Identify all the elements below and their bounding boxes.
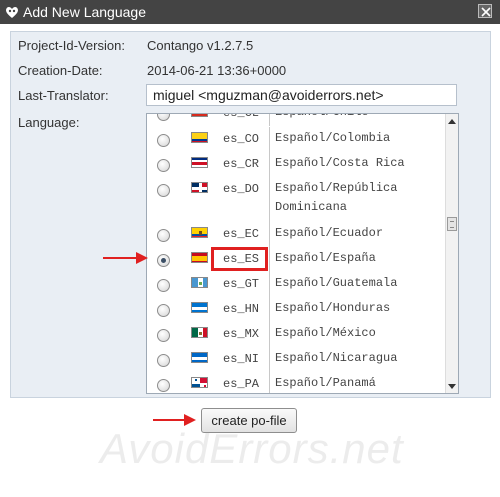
title-bar: Add New Language <box>0 0 500 24</box>
language-row-es_gt[interactable]: es_GT Español/Guatemala <box>147 272 446 297</box>
language-radio[interactable] <box>157 279 170 292</box>
language-list[interactable]: es_CLEspañol/Chilees_COEspañol/Colombiae… <box>146 113 459 394</box>
column-divider <box>269 222 270 247</box>
flag-ni-icon <box>191 352 208 363</box>
flag-cr-icon <box>191 157 208 168</box>
language-name: Español/Nicaragua <box>275 351 398 365</box>
flag-co-icon <box>191 132 208 143</box>
column-divider <box>269 347 270 372</box>
column-divider <box>269 152 270 177</box>
language-radio[interactable] <box>157 304 170 317</box>
language-row-es_do[interactable]: es_DO Español/República Dominicana <box>147 177 446 222</box>
language-radio[interactable] <box>157 354 170 367</box>
flag-es-icon <box>191 252 208 263</box>
flag-ec-icon <box>191 227 208 238</box>
language-row-es_hn[interactable]: es_HN Español/Honduras <box>147 297 446 322</box>
language-radio[interactable] <box>157 134 170 147</box>
language-name: Español/Panamá <box>275 376 376 390</box>
language-code: es_HN <box>223 302 260 316</box>
flag-mx-icon <box>191 327 208 338</box>
flag-gt-icon <box>191 277 208 288</box>
language-code: es_NI <box>223 352 260 366</box>
language-name: Español/Honduras <box>275 301 391 315</box>
dialog-title: Add New Language <box>23 4 146 20</box>
close-icon[interactable] <box>478 4 492 18</box>
language-label: Language: <box>18 115 80 130</box>
language-code: es_CR <box>223 157 260 171</box>
last-translator-label: Last-Translator: <box>18 88 109 103</box>
project-id-label: Project-Id-Version: <box>18 38 125 53</box>
project-id-value: Contango v1.2.7.5 <box>147 38 254 53</box>
language-code: es_CL <box>223 113 260 120</box>
language-name: Español/Costa Rica <box>275 156 405 170</box>
last-translator-value: miguel <mguzman@avoiderrors.net> <box>153 87 384 103</box>
language-name: Español/Ecuador <box>275 226 384 240</box>
column-divider <box>269 272 270 297</box>
language-code: es_DO <box>223 182 260 196</box>
language-row-es_ec[interactable]: es_EC Español/Ecuador <box>147 222 446 247</box>
language-row-es_cl[interactable]: es_CL Español/Chile <box>147 113 446 126</box>
flag-pa-icon <box>191 377 208 388</box>
language-radio[interactable] <box>157 379 170 392</box>
language-radio[interactable] <box>157 159 170 172</box>
language-name: Español/Colombia <box>275 131 391 145</box>
column-divider <box>269 114 270 126</box>
selected-code-highlight <box>211 247 268 271</box>
language-radio[interactable] <box>157 114 170 121</box>
language-radio[interactable] <box>157 254 170 267</box>
watermark: AvoidErrors.net <box>100 425 404 472</box>
language-code: es_MX <box>223 327 260 341</box>
language-code: es_PA <box>223 377 260 391</box>
flag-hn-icon <box>191 302 208 313</box>
column-divider <box>269 297 270 322</box>
flag-do-icon <box>191 182 208 193</box>
last-translator-field[interactable]: miguel <mguzman@avoiderrors.net> <box>146 84 457 106</box>
plugin-logo-icon <box>6 7 18 19</box>
language-name: Español/Guatemala <box>275 276 398 290</box>
creation-date-value: 2014-06-21 13:36+0000 <box>147 63 287 78</box>
language-name: Español/Chile <box>275 114 445 122</box>
language-row-es_pa[interactable]: es_PA Español/Panamá <box>147 372 446 393</box>
arrow-right-icon <box>103 252 148 264</box>
column-divider <box>269 177 270 222</box>
language-name: Español/México <box>275 326 376 340</box>
column-divider <box>269 322 270 347</box>
column-divider <box>269 372 270 393</box>
scroll-up-icon[interactable] <box>448 118 456 126</box>
language-code: es_GT <box>223 277 260 291</box>
language-code: es_EC <box>223 227 260 241</box>
language-radio[interactable] <box>157 184 170 197</box>
language-row-es_co[interactable]: es_CO Español/Colombia <box>147 127 446 152</box>
scroll-down-icon[interactable] <box>448 382 456 390</box>
column-divider <box>269 127 270 152</box>
language-row-es_es[interactable]: es_ES Español/España <box>147 247 446 272</box>
scrollbar-thumb[interactable] <box>447 217 457 231</box>
language-name: Español/España <box>275 251 376 265</box>
language-row-es_mx[interactable]: es_MX Español/México <box>147 322 446 347</box>
language-row-es_ni[interactable]: es_NI Español/Nicaragua <box>147 347 446 372</box>
language-row-es_cr[interactable]: es_CR Español/Costa Rica <box>147 152 446 177</box>
creation-date-label: Creation-Date: <box>18 63 103 78</box>
language-list-scrollbar[interactable] <box>445 114 458 393</box>
language-radio[interactable] <box>157 229 170 242</box>
language-name: Español/República Dominicana <box>275 181 398 214</box>
language-code: es_CO <box>223 132 260 146</box>
column-divider <box>269 247 270 272</box>
language-radio[interactable] <box>157 329 170 342</box>
flag-cl-icon <box>191 114 208 117</box>
